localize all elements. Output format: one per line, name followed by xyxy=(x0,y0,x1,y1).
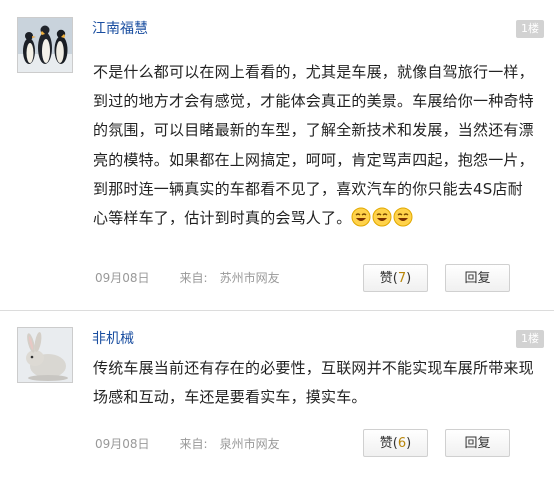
like-count: 7 xyxy=(397,271,407,286)
from-label: 来自: xyxy=(179,437,208,451)
username-link[interactable]: 江南福慧 xyxy=(92,19,148,39)
rabbit-avatar-image xyxy=(18,328,72,382)
like-button[interactable]: 赞(6) xyxy=(363,429,428,457)
like-count: 6 xyxy=(397,436,407,451)
laughing-face-icon xyxy=(372,207,392,227)
comment-body: 不是什么都可以在网上看看的，尤其是车展，就像自驾旅行一样，到过的地方才会有感觉，… xyxy=(93,63,534,228)
comment-city: 泉州市网友 xyxy=(219,437,280,451)
avatar[interactable] xyxy=(17,327,73,383)
comment-date: 09月08日 xyxy=(95,271,150,285)
avatar[interactable] xyxy=(17,17,73,73)
reply-button[interactable]: 回复 xyxy=(445,264,510,292)
comment-text: 传统车展当前还有存在的必要性，互联网并不能实现车展所带来现场感和互动，车还是要看… xyxy=(93,359,534,407)
comment-text: 不是什么都可以在网上看看的，尤其是车展，就像自驾旅行一样，到过的地方才会有感觉，… xyxy=(93,58,538,233)
laughing-face-icon xyxy=(351,207,371,227)
reply-button[interactable]: 回复 xyxy=(445,429,510,457)
floor-badge: 1楼 xyxy=(516,20,544,38)
username-link[interactable]: 非机械 xyxy=(92,329,134,349)
comment-item: 非机械 1楼 传统车展当前还有存在的必要性，互联网并不能实现车展所带来现场感和互… xyxy=(0,310,554,481)
floor-badge: 1楼 xyxy=(516,330,544,348)
comment-meta: 09月08日 来自: 泉州市网友 xyxy=(95,436,280,452)
comment-meta: 09月08日 来自: 苏州市网友 xyxy=(95,270,280,286)
comment-date: 09月08日 xyxy=(95,437,150,451)
comment-city: 苏州市网友 xyxy=(219,271,280,285)
like-label: 赞 xyxy=(379,271,393,286)
like-label: 赞 xyxy=(379,436,393,451)
from-label: 来自: xyxy=(179,271,208,285)
like-button[interactable]: 赞(7) xyxy=(363,264,428,292)
penguin-avatar-image xyxy=(18,18,72,72)
laughing-face-icon xyxy=(393,207,413,227)
comment-item: 江南福慧 1楼 不是什么都可以在网上看看的，尤其是车展，就像自驾旅行一样，到过的… xyxy=(0,0,554,308)
